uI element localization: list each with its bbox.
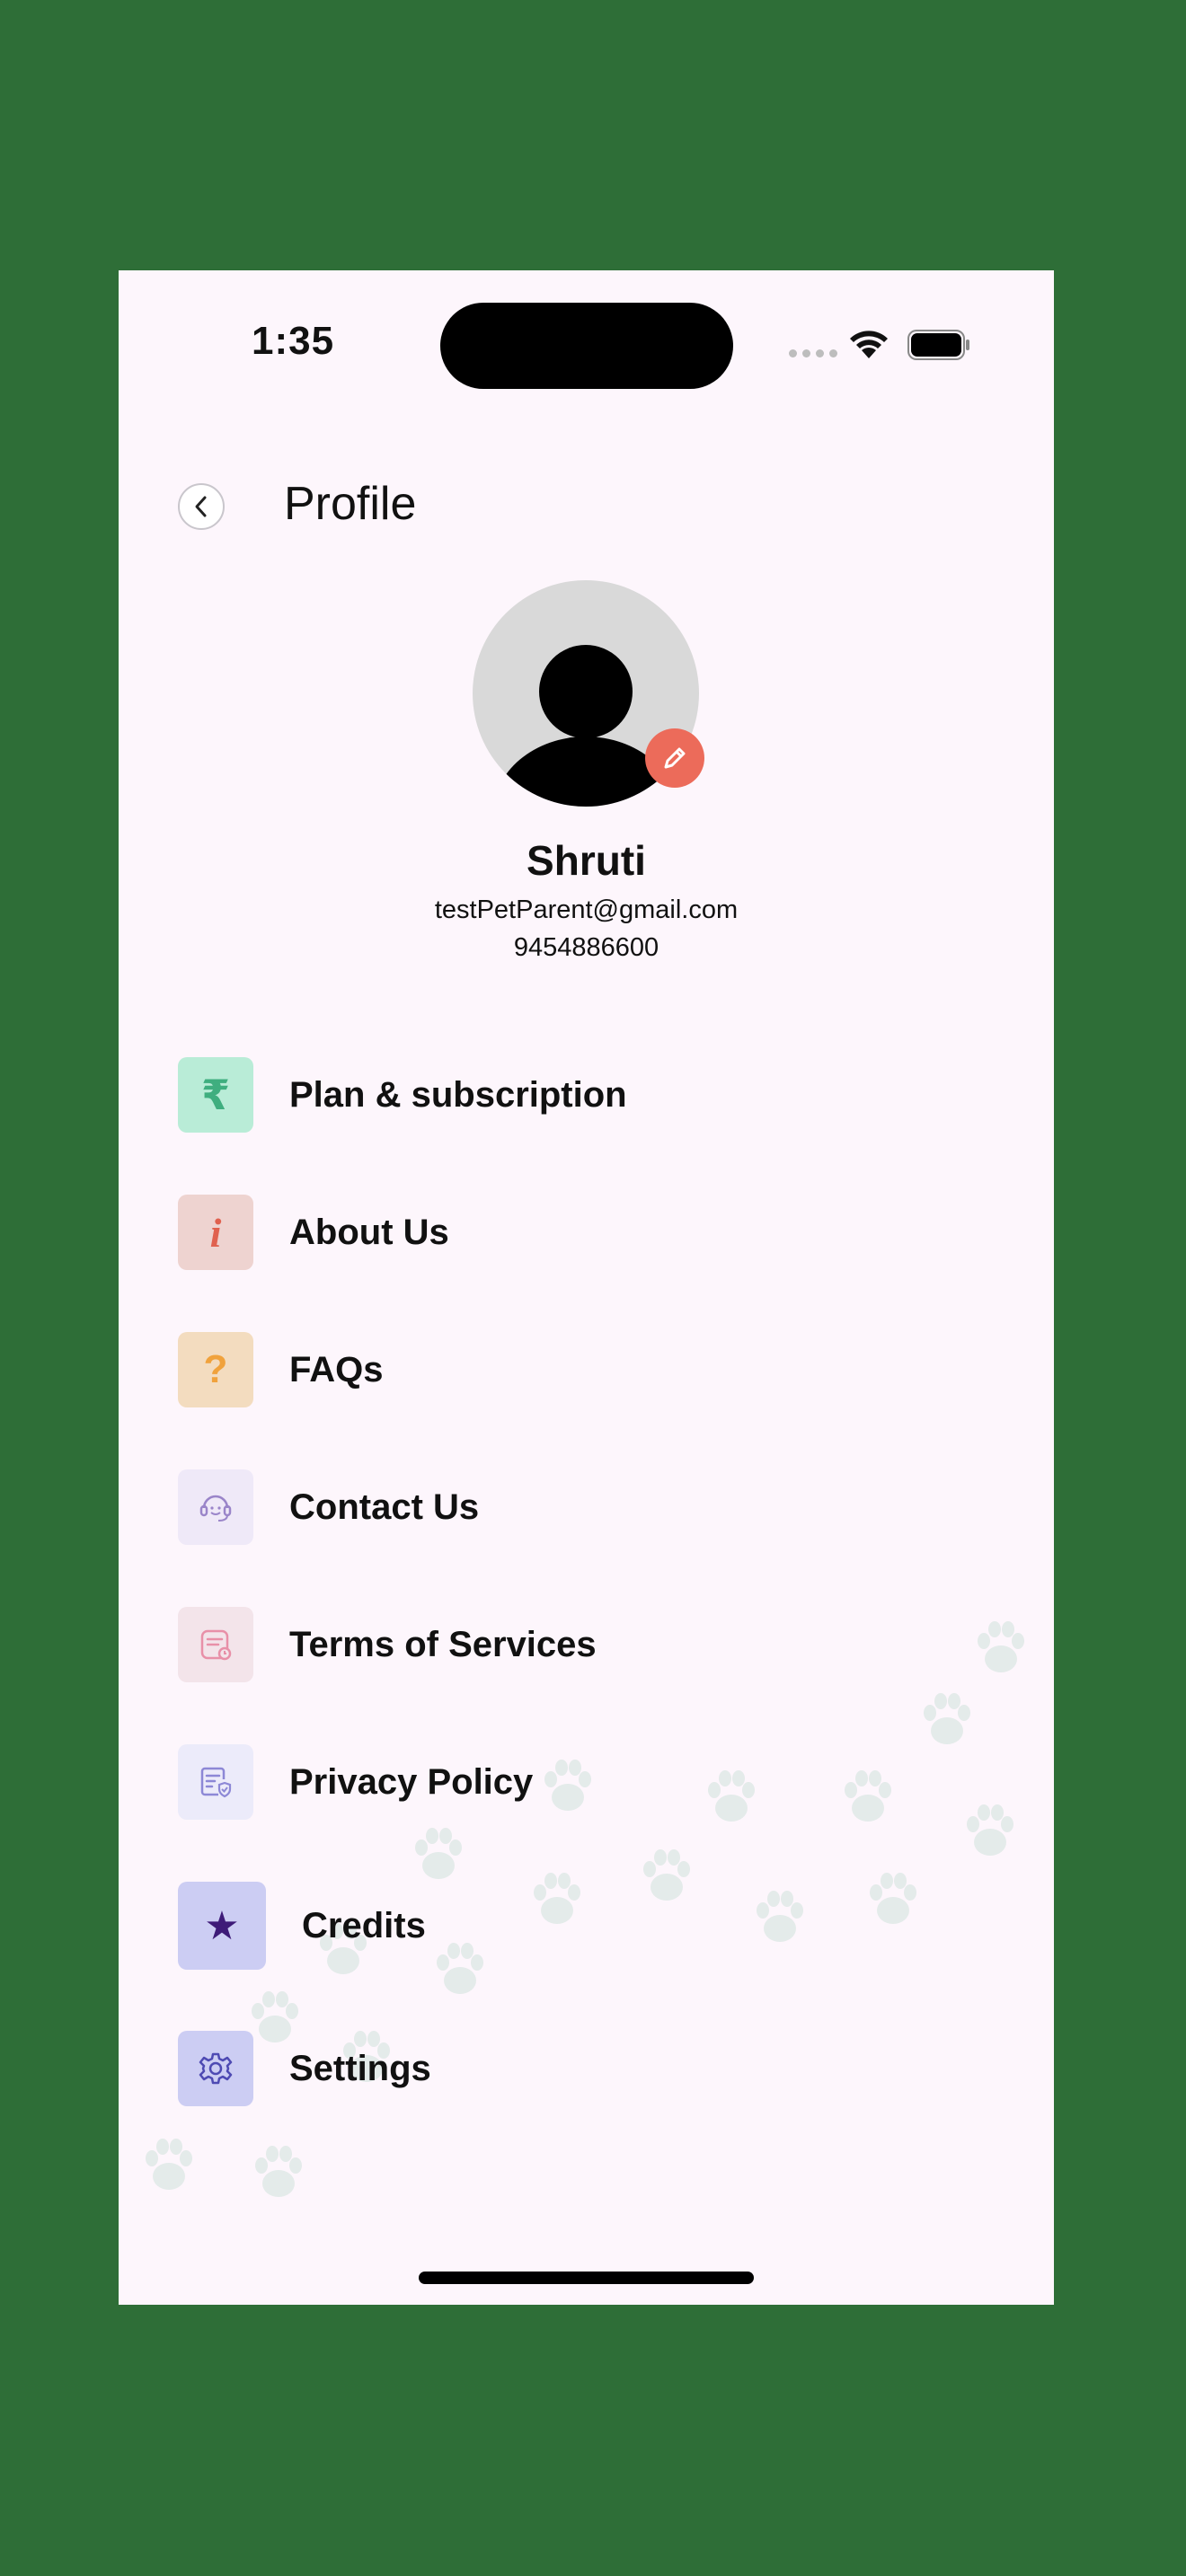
menu-item-label: Contact Us	[289, 1486, 480, 1527]
headset-icon	[178, 1469, 253, 1545]
page-title: Profile	[284, 478, 417, 530]
pencil-icon	[664, 747, 686, 769]
menu-item-label: Credits	[302, 1905, 426, 1945]
rupee-icon: ₹	[178, 1057, 253, 1133]
menu-item-contact-us[interactable]: Contact Us	[178, 1469, 479, 1545]
menu-item-privacy-policy[interactable]: Privacy Policy	[178, 1744, 533, 1820]
chevron-left-icon	[195, 496, 207, 517]
home-indicator[interactable]	[419, 2272, 754, 2284]
cellular-signal-icon	[789, 349, 837, 357]
battery-icon	[907, 330, 969, 360]
shield-document-icon	[178, 1744, 253, 1820]
status-time: 1:35	[252, 319, 335, 363]
menu-item-credits[interactable]: ★ Credits	[178, 1882, 426, 1970]
menu-item-label: Terms of Services	[289, 1624, 597, 1664]
edit-avatar-button[interactable]	[645, 728, 704, 788]
menu-item-settings[interactable]: Settings	[178, 2031, 431, 2106]
document-icon	[178, 1607, 253, 1682]
profile-email: testPetParent@gmail.com	[434, 895, 739, 924]
info-icon: i	[178, 1195, 253, 1270]
question-icon: ?	[178, 1332, 253, 1407]
paw-pattern-background	[146, 1621, 1024, 2197]
menu-item-label: FAQs	[289, 1349, 384, 1389]
menu-item-terms-of-services[interactable]: Terms of Services	[178, 1607, 597, 1682]
menu-item-about-us[interactable]: i About Us	[178, 1195, 449, 1270]
menu-item-label: About Us	[289, 1212, 449, 1252]
profile-name: Shruti	[527, 837, 646, 884]
phone-screen: 1:35 Profile Shruti testPetParent@gmail.…	[119, 270, 1054, 2305]
menu-item-plan-subscription[interactable]: ₹ Plan & subscription	[178, 1057, 627, 1133]
star-icon: ★	[178, 1882, 266, 1970]
menu-item-label: Settings	[289, 2048, 431, 2088]
back-button[interactable]	[178, 483, 225, 530]
gear-icon	[178, 2031, 253, 2106]
wifi-icon	[850, 331, 888, 358]
menu-item-label: Privacy Policy	[289, 1761, 534, 1802]
menu-item-label: Plan & subscription	[289, 1074, 627, 1115]
profile-phone: 9454886600	[513, 933, 659, 962]
menu-item-faqs[interactable]: ? FAQs	[178, 1332, 383, 1407]
dynamic-island	[440, 303, 733, 389]
